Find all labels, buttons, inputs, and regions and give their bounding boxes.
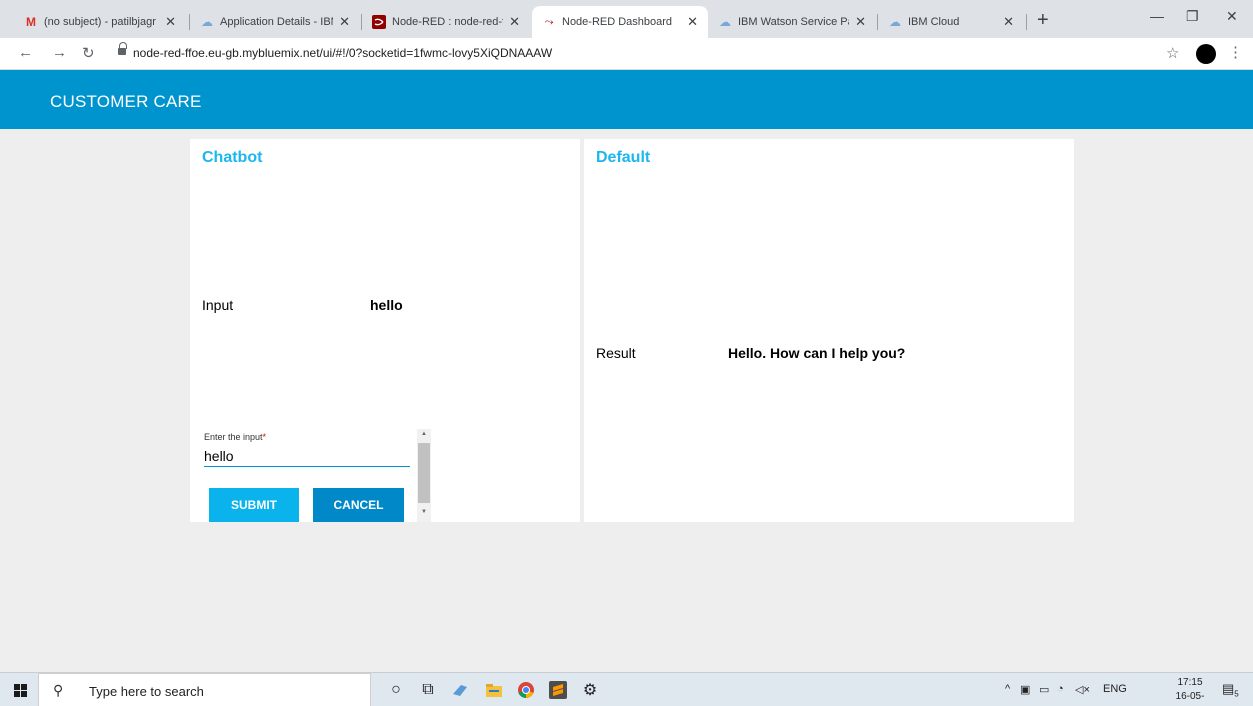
chatbot-card-title: Chatbot xyxy=(202,149,263,166)
minimize-icon[interactable]: — xyxy=(1150,8,1164,24)
input-field-label: Enter the input* xyxy=(204,432,266,442)
wifi-icon[interactable]: ◔ xyxy=(1057,683,1064,695)
close-icon[interactable]: ✕ xyxy=(855,14,866,30)
browser-toolbar: ← → ↻ node-red-ffoe.eu-gb.mybluemix.net/… xyxy=(0,38,1253,70)
tab-title: IBM Watson Service Pag xyxy=(738,16,850,28)
menu-kebab-icon[interactable]: ⋮ xyxy=(1228,43,1243,61)
volume-muted-icon[interactable]: ◁× xyxy=(1075,683,1090,696)
dashboard-header: CUSTOMER CARE xyxy=(0,70,1253,129)
tab-title: Node-RED Dashboard xyxy=(562,16,673,28)
cancel-button[interactable]: CANCEL xyxy=(313,488,404,522)
tray-chevron-icon[interactable]: ^ xyxy=(1005,683,1010,695)
battery-icon[interactable]: ▭ xyxy=(1039,683,1049,696)
tab-title: Application Details - IBM xyxy=(220,16,334,28)
node-red-icon xyxy=(372,15,386,29)
tab-title: Node-RED : node-red-f xyxy=(392,16,504,28)
task-view-icon[interactable]: ⧉ xyxy=(418,680,438,700)
tray-app-icon[interactable]: ▣ xyxy=(1020,683,1030,696)
submit-button[interactable]: SUBMIT xyxy=(209,488,299,522)
page-title: CUSTOMER CARE xyxy=(50,92,202,111)
scrollbar-thumb[interactable] xyxy=(418,443,430,503)
cortana-icon[interactable]: ○ xyxy=(386,680,406,700)
required-mark: * xyxy=(262,432,267,442)
close-window-icon[interactable]: ✕ xyxy=(1226,8,1238,25)
form-scrollbar[interactable]: ▲ ▼ xyxy=(417,429,431,522)
tab-gmail[interactable]: M (no subject) - patilbjagr ✕ xyxy=(14,6,186,38)
language-indicator[interactable]: ENG xyxy=(1103,683,1127,695)
clock-date: 16-05-2020 xyxy=(1175,691,1205,706)
tab-ibm-watson[interactable]: ☁ IBM Watson Service Pag ✕ xyxy=(708,6,876,38)
close-icon[interactable]: ✕ xyxy=(1003,14,1014,30)
ibm-cloud-icon: ☁ xyxy=(889,15,901,29)
default-card-title: Default xyxy=(596,149,651,166)
tab-node-red-editor[interactable]: Node-RED : node-red-f ✕ xyxy=(362,6,530,38)
settings-gear-icon[interactable]: ⚙ xyxy=(580,680,600,700)
ibm-cloud-icon: ☁ xyxy=(719,15,731,29)
search-placeholder: Type here to search xyxy=(89,684,204,699)
scroll-down-icon[interactable]: ▼ xyxy=(417,509,431,515)
scroll-up-icon[interactable]: ▲ xyxy=(417,431,431,437)
bookmark-star-icon[interactable]: ☆ xyxy=(1166,44,1179,62)
tab-ibm-cloud[interactable]: ☁ IBM Cloud ✕ xyxy=(878,6,1024,38)
taskbar-search[interactable]: ⚲ Type here to search xyxy=(38,673,371,706)
browser-tab-strip: M (no subject) - patilbjagr ✕ ☁ Applicat… xyxy=(0,0,1253,38)
result-value: Hello. How can I help you? xyxy=(728,345,906,361)
input-value: hello xyxy=(370,297,403,313)
address-bar[interactable]: node-red-ffoe.eu-gb.mybluemix.net/ui/#!/… xyxy=(133,46,552,60)
search-icon: ⚲ xyxy=(53,682,64,698)
notification-count: 5 xyxy=(1234,689,1239,699)
new-tab-icon[interactable]: + xyxy=(1037,9,1049,32)
sublime-text-icon[interactable] xyxy=(548,680,568,700)
windows-start-icon[interactable] xyxy=(14,684,27,697)
gmail-icon: M xyxy=(26,15,36,29)
back-icon[interactable]: ← xyxy=(18,44,33,61)
node-red-dashboard-icon: ⤳ xyxy=(544,15,554,28)
close-icon[interactable]: ✕ xyxy=(687,14,698,30)
file-explorer-icon[interactable] xyxy=(484,680,504,700)
edge-icon[interactable] xyxy=(450,680,470,700)
profile-avatar[interactable] xyxy=(1196,44,1216,64)
default-card xyxy=(584,139,1074,522)
windows-taskbar: ⚲ Type here to search ○ ⧉ ⚙ ^ ▣ ▭ ◔ ◁× E… xyxy=(0,672,1253,706)
tab-application-details[interactable]: ☁ Application Details - IBM ✕ xyxy=(190,6,360,38)
reload-icon[interactable]: ↻ xyxy=(82,44,95,62)
tab-separator xyxy=(1026,14,1027,30)
chat-input-field[interactable] xyxy=(204,445,410,467)
forward-icon[interactable]: → xyxy=(52,44,67,61)
restore-icon[interactable]: ❐ xyxy=(1186,8,1199,25)
tab-title: IBM Cloud xyxy=(908,16,960,28)
tab-node-red-dashboard[interactable]: ⤳ Node-RED Dashboard ✕ xyxy=(532,6,708,38)
tab-title: (no subject) - patilbjagr xyxy=(44,16,156,28)
close-icon[interactable]: ✕ xyxy=(165,14,176,30)
chrome-icon[interactable] xyxy=(516,680,536,700)
notification-icon[interactable]: ▤5 xyxy=(1222,681,1239,699)
clock-time: 17:15 xyxy=(1177,677,1203,688)
lock-icon xyxy=(118,42,127,55)
ibm-cloud-icon: ☁ xyxy=(201,15,213,29)
taskbar-clock[interactable]: 17:15 16-05-2020 xyxy=(1170,676,1210,706)
input-label: Input xyxy=(202,297,234,313)
result-label: Result xyxy=(596,345,636,361)
close-icon[interactable]: ✕ xyxy=(339,14,350,30)
close-icon[interactable]: ✕ xyxy=(509,14,520,30)
field-label-text: Enter the input xyxy=(204,432,263,442)
